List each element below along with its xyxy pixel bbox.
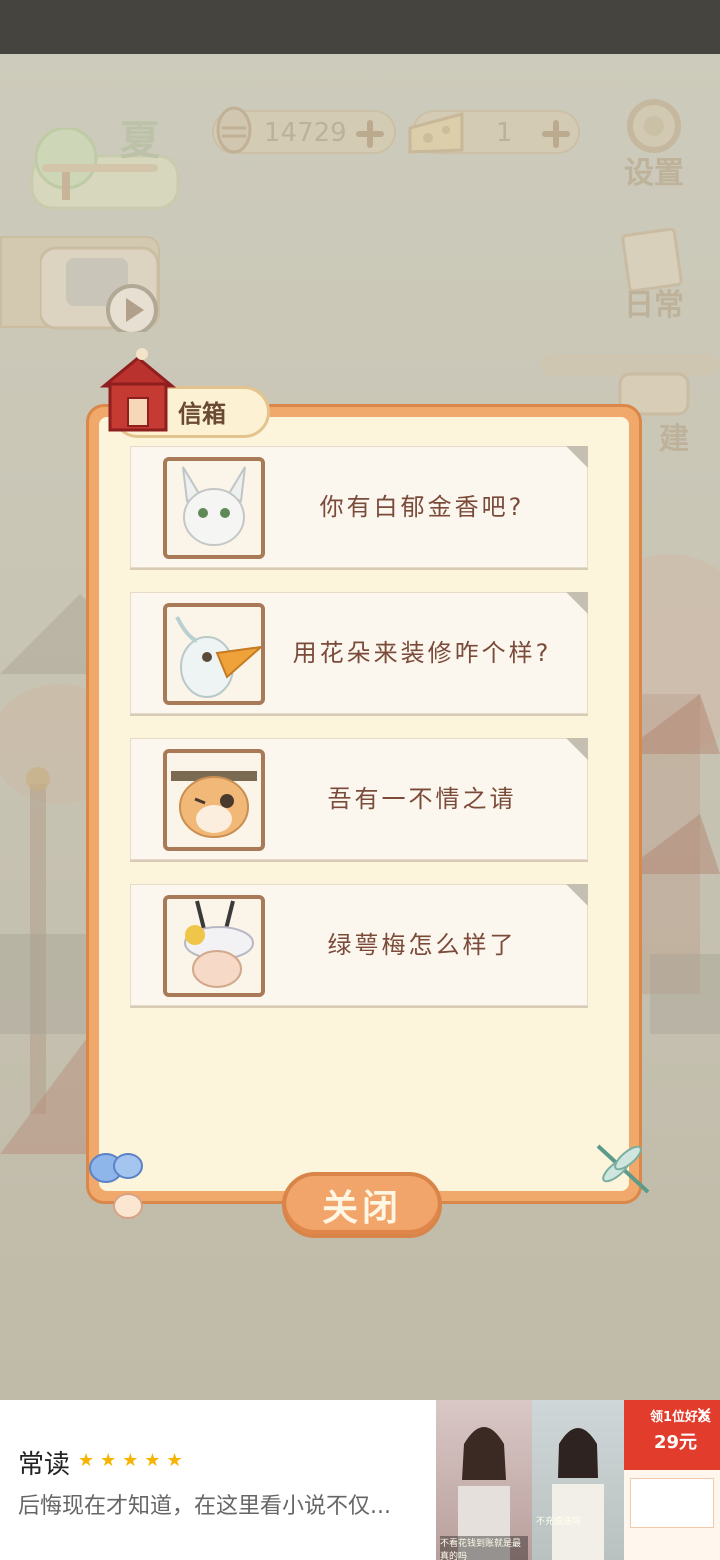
ad-thumbnail: 不充值送吗 xyxy=(532,1400,624,1560)
letter-subject: 用花朵来装修咋个样? xyxy=(292,638,552,667)
ad-close-icon[interactable]: × xyxy=(692,1404,716,1428)
letter-item[interactable]: 绿萼梅怎么样了 xyxy=(130,884,588,1006)
ad-thumbnail: 不看花钱到账就是最真的吗 xyxy=(436,1400,532,1560)
white-bird-avatar xyxy=(163,603,265,705)
dragonfly-icon xyxy=(596,1144,650,1194)
ad-description: 后悔现在才知道，在这里看小说不仅... xyxy=(18,1494,391,1519)
page-fold xyxy=(566,446,588,468)
bird-icon xyxy=(175,616,261,698)
shiba-dog-avatar xyxy=(163,749,265,851)
thumb-caption: 不充值送吗 xyxy=(536,1517,582,1527)
woman-portrait-image xyxy=(552,1428,604,1560)
white-fox-avatar xyxy=(163,457,265,559)
letter-subject: 你有白郁金香吧? xyxy=(319,492,525,521)
mailbox-title: 信箱 xyxy=(178,400,226,428)
butterfly-icon xyxy=(89,1153,143,1219)
page-fold xyxy=(566,738,588,760)
close-button[interactable]: 关闭 xyxy=(282,1172,442,1238)
dog-icon xyxy=(171,771,257,838)
promo-card xyxy=(630,1478,714,1528)
thumb-caption: 不看花钱到账就是最真的吗 xyxy=(440,1536,528,1560)
antelope-hat-avatar xyxy=(163,895,265,997)
rating-stars: ★★★★★ xyxy=(78,1450,189,1471)
letter-item[interactable]: 用花朵来装修咋个样? xyxy=(130,592,588,714)
letter-subject: 吾有一不情之请 xyxy=(327,784,517,813)
letter-item[interactable]: 你有白郁金香吧? xyxy=(130,446,588,568)
promo-price: 29元 xyxy=(654,1432,698,1453)
ad-app-name: 常读 xyxy=(18,1450,71,1480)
mailbox-icon xyxy=(99,348,177,432)
letter-item[interactable]: 吾有一不情之请 xyxy=(130,738,588,860)
ad-banner[interactable]: 常读 ★★★★★ 后悔现在才知道，在这里看小说不仅... 不看花钱到账就是最真的… xyxy=(0,1400,720,1560)
letter-subject: 绿萼梅怎么样了 xyxy=(327,930,517,959)
fox-icon xyxy=(182,466,246,546)
page-fold xyxy=(566,884,588,906)
antelope-icon xyxy=(184,900,254,988)
page-fold xyxy=(566,592,588,614)
